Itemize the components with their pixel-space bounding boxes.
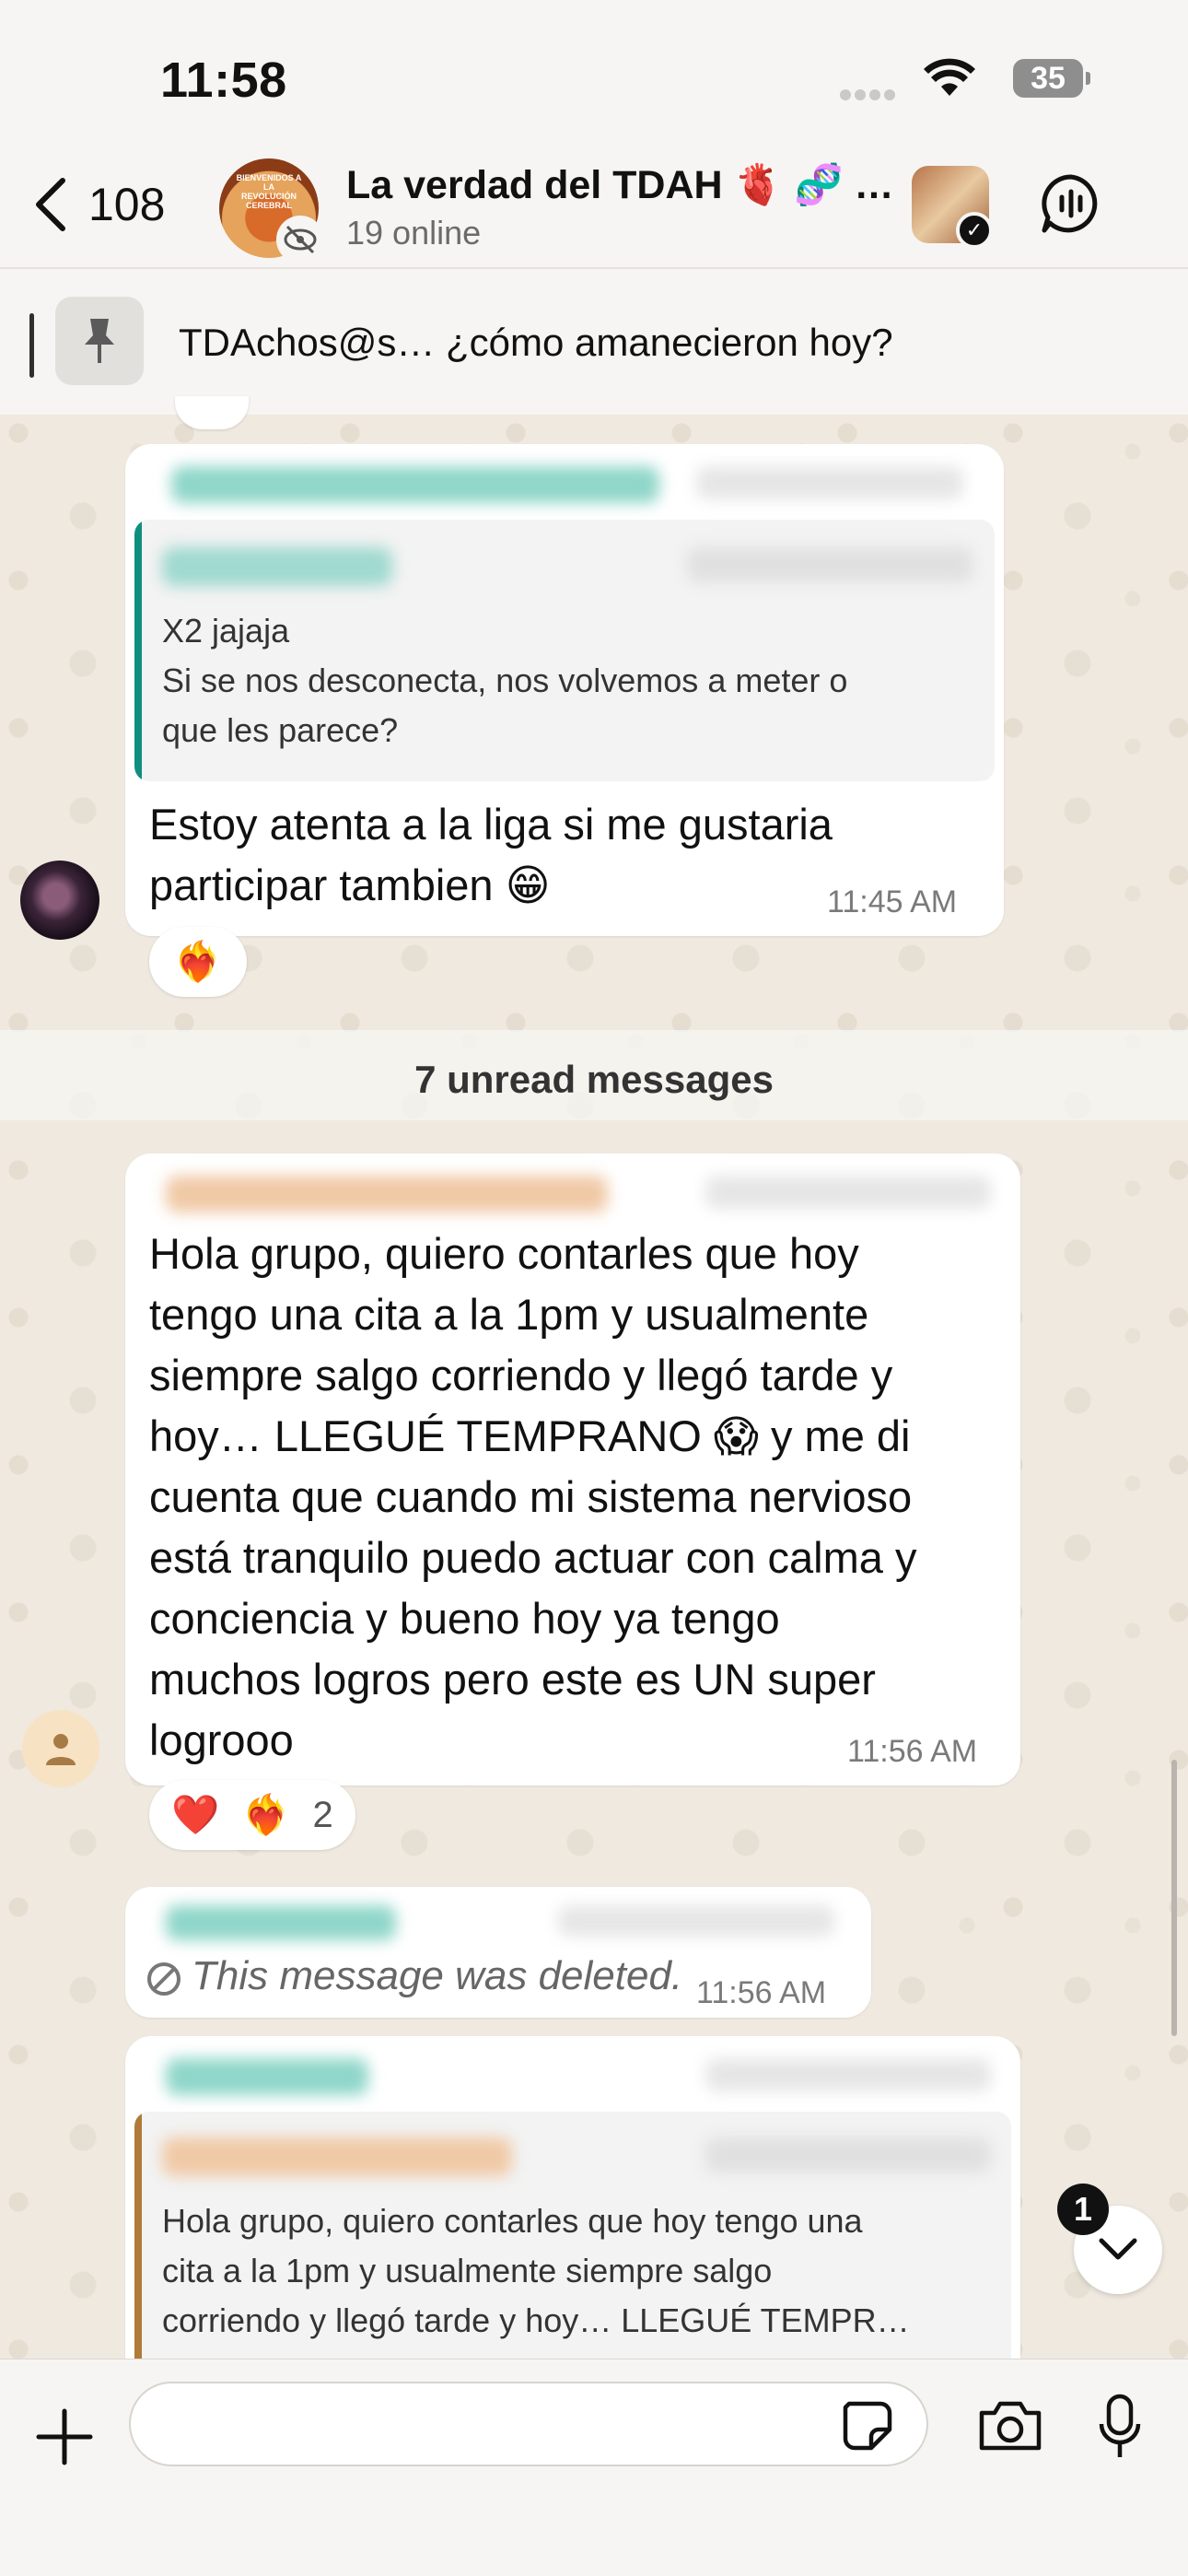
quote-line: Si se nos desconecta, nos volvemos a met… bbox=[162, 662, 848, 699]
sender-avatar[interactable] bbox=[20, 861, 99, 940]
message-line: Hola grupo, quiero contarles que hoy bbox=[149, 1229, 859, 1278]
quoted-message[interactable]: X2 jajaja Si se nos desconecta, nos volv… bbox=[134, 520, 995, 781]
voice-chat-icon[interactable] bbox=[1039, 171, 1103, 236]
message-time: 11:45 AM bbox=[827, 884, 958, 919]
quote-sender-blurred bbox=[162, 547, 392, 586]
sender-name-blurred bbox=[166, 1176, 608, 1212]
scrollbar[interactable] bbox=[1171, 1760, 1177, 2036]
quote-line: Hola grupo, quiero contarles que hoy ten… bbox=[162, 2202, 863, 2240]
message-input[interactable] bbox=[129, 2382, 928, 2466]
message-line: logrooo bbox=[149, 1715, 294, 1764]
unread-label: 7 unread messages bbox=[414, 1058, 774, 1101]
plus-icon[interactable] bbox=[33, 2406, 96, 2468]
camera-icon[interactable] bbox=[976, 2398, 1044, 2453]
message-bubble[interactable]: X2 jajaja Si se nos desconecta, nos volv… bbox=[125, 444, 1004, 936]
unread-badge: 1 bbox=[1057, 2184, 1109, 2235]
message-line: está tranquilo puedo actuar con calma y bbox=[149, 1533, 917, 1582]
back-button[interactable]: 108 bbox=[31, 175, 165, 234]
reaction-pill[interactable]: ❤️‍🔥 bbox=[149, 927, 247, 997]
pin-indicator bbox=[29, 313, 34, 378]
quote-sender-blurred bbox=[162, 2137, 512, 2176]
message-bubble[interactable]: Hola grupo, quiero contarles que hoy ten… bbox=[125, 1153, 1020, 1786]
sender-name-blurred bbox=[171, 466, 659, 503]
wifi-icon bbox=[924, 58, 975, 96]
reaction-pill[interactable]: ❤️ ❤️‍🔥 2 bbox=[149, 1780, 355, 1850]
prohibited-icon bbox=[147, 1962, 181, 1996]
quote-bar bbox=[134, 520, 142, 781]
check-badge-icon: ✓ bbox=[956, 212, 993, 249]
chat-header: 108 BIENVENIDOS A LA REVOLUCIÓN CEREBRAL… bbox=[0, 147, 1188, 267]
sender-phone-blurred bbox=[696, 466, 963, 499]
unread-chats-count: 108 bbox=[88, 179, 166, 230]
heart-reaction: ❤️ bbox=[171, 1792, 220, 1837]
sender-phone-blurred bbox=[558, 1905, 834, 1937]
compose-bar bbox=[0, 2359, 1188, 2576]
microphone-icon[interactable] bbox=[1096, 2393, 1144, 2461]
message-line: muchos logros pero este es UN super bbox=[149, 1655, 876, 1704]
pinned-text: TDAchos@s… ¿cómo amanecieron hoy? bbox=[179, 321, 893, 364]
signal-dots-icon bbox=[840, 88, 904, 100]
deleted-text: This message was deleted. bbox=[192, 1953, 683, 1998]
chevron-down-icon bbox=[1099, 2238, 1137, 2260]
message-line: hoy… LLEGUÉ TEMPRANO 😱 y me di bbox=[149, 1411, 911, 1460]
message-time: 11:56 AM bbox=[696, 1975, 827, 2010]
sender-phone-blurred bbox=[705, 1176, 991, 1209]
reaction-count: 2 bbox=[312, 1794, 333, 1835]
quote-phone-blurred bbox=[705, 2137, 991, 2172]
message-line: tengo una cita a la 1pm y usualmente bbox=[149, 1290, 869, 1339]
pin-icon bbox=[55, 297, 144, 385]
sender-phone-blurred bbox=[705, 2058, 991, 2091]
quote-line: cita a la 1pm y usualmente siempre salgo bbox=[162, 2252, 773, 2289]
battery-icon: 35 bbox=[1013, 59, 1090, 98]
deleted-message-bubble[interactable]: This message was deleted. 11:56 AM bbox=[125, 1887, 871, 2018]
sticker-icon[interactable] bbox=[840, 2398, 895, 2453]
status-bar: 11:58 35 bbox=[0, 0, 1188, 147]
pinned-message-bar[interactable]: TDAchos@s… ¿cómo amanecieron hoy? bbox=[0, 267, 1188, 415]
online-status: 19 online bbox=[346, 214, 482, 252]
fire-heart-reaction: ❤️‍🔥 bbox=[173, 939, 223, 984]
message-bubble[interactable]: Hola grupo, quiero contarles que hoy ten… bbox=[125, 2036, 1020, 2405]
status-time: 11:58 bbox=[160, 53, 287, 108]
unread-divider: 7 unread messages bbox=[0, 1030, 1188, 1120]
message-line: Estoy atenta a la liga si me gustaria bbox=[149, 800, 833, 849]
group-avatar-text: BIENVENIDOS A LA REVOLUCIÓN CEREBRAL bbox=[236, 173, 302, 210]
message-time: 11:56 AM bbox=[847, 1734, 978, 1769]
chevron-left-icon bbox=[36, 178, 65, 231]
message-line: conciencia y bueno hoy ya tengo bbox=[149, 1594, 780, 1643]
quote-line: corriendo y llegó tarde y hoy… LLEGUÉ TE… bbox=[162, 2301, 910, 2339]
quote-phone-blurred bbox=[687, 547, 973, 582]
default-avatar-icon[interactable] bbox=[22, 1710, 99, 1787]
quote-line: que les parece? bbox=[162, 711, 399, 749]
message-line: siempre salgo corriendo y llegó tarde y bbox=[149, 1351, 893, 1399]
message-line: cuenta que cuando mi sistema nervioso bbox=[149, 1472, 913, 1521]
fire-heart-reaction: ❤️‍🔥 bbox=[241, 1792, 291, 1837]
message-line: participar tambien 😁 bbox=[149, 861, 551, 909]
sender-name-blurred bbox=[166, 2058, 368, 2095]
quote-line: X2 jajaja bbox=[162, 612, 290, 650]
sender-name-blurred bbox=[166, 1905, 396, 1940]
eye-off-icon bbox=[276, 216, 324, 263]
group-title[interactable]: La verdad del TDAH 🫀 🧬 … bbox=[346, 162, 894, 208]
